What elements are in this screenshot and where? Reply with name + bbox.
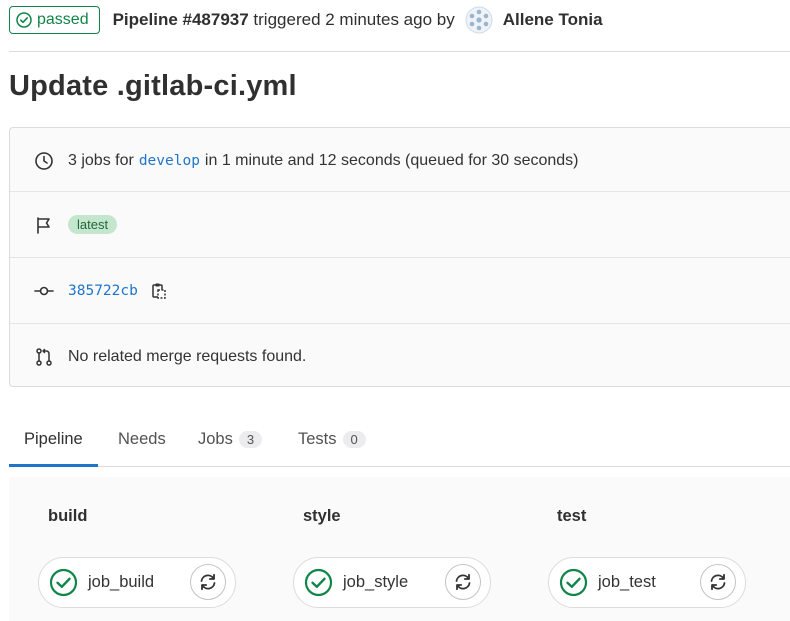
badges-row: latest: [10, 192, 790, 257]
job-name: job_test: [598, 573, 656, 591]
retry-button[interactable]: [190, 564, 226, 600]
jobs-count-badge: 3: [238, 430, 263, 448]
tab-label: Needs: [118, 429, 166, 448]
tab-jobs[interactable]: Jobs 3: [198, 412, 263, 466]
tests-count-badge: 0: [342, 430, 366, 448]
latest-badge: latest: [68, 215, 118, 234]
merge-request-icon: [33, 346, 55, 368]
commit-sha-link[interactable]: 385722cb: [68, 283, 138, 299]
status-badge[interactable]: passed: [9, 6, 100, 34]
page-title: Update .gitlab-ci.yml: [9, 70, 297, 102]
stage-title-test: test: [557, 507, 587, 525]
status-label: passed: [37, 11, 89, 28]
job-name: job_build: [88, 573, 155, 591]
pipeline-info-box: 3 jobs for develop in 1 minute and 12 se…: [9, 127, 790, 387]
tab-label: Tests: [298, 429, 337, 448]
stage-title-style: style: [303, 507, 341, 525]
tab-needs[interactable]: Needs: [118, 412, 166, 466]
job-build[interactable]: job_build: [38, 557, 236, 608]
jobs-suffix: in 1 minute and 12 seconds (queued for 3…: [204, 151, 579, 169]
check-circle-icon: [49, 568, 78, 597]
retry-icon: [710, 573, 726, 591]
copy-icon[interactable]: [150, 282, 168, 300]
job-style[interactable]: job_style: [293, 557, 491, 608]
merge-requests-row: No related merge requests found.: [10, 324, 790, 389]
job-name: job_style: [343, 573, 409, 591]
stage-title-build: build: [48, 507, 88, 525]
branch-link[interactable]: develop: [139, 153, 200, 169]
retry-button[interactable]: [445, 564, 481, 600]
check-circle-icon: [16, 12, 32, 28]
tab-pipeline[interactable]: Pipeline: [9, 412, 98, 467]
commit-row: 385722cb: [10, 258, 790, 323]
flag-icon: [33, 214, 55, 236]
header-divider: [9, 51, 790, 52]
author-name[interactable]: Allene Tonia: [503, 10, 603, 30]
retry-button[interactable]: [700, 564, 736, 600]
pipeline-page: { "header": { "status": "passed", "pipel…: [0, 0, 790, 621]
retry-icon: [455, 573, 471, 591]
jobs-prefix: 3 jobs for: [68, 151, 134, 169]
pipeline-id: Pipeline #487937: [112, 10, 249, 29]
pipeline-tabs: Pipeline Needs Jobs 3 Tests 0: [9, 412, 790, 467]
jobs-summary-row: 3 jobs for develop in 1 minute and 12 se…: [10, 128, 790, 193]
tab-label: Pipeline: [24, 429, 83, 448]
tab-label: Jobs: [198, 429, 233, 448]
header-text: Pipeline #487937 triggered 2 minutes ago…: [113, 10, 455, 30]
pipeline-graph: build style test job_build job_style job…: [9, 477, 790, 621]
job-test[interactable]: job_test: [548, 557, 746, 608]
commit-icon: [33, 280, 55, 302]
merge-requests-text: No related merge requests found.: [68, 347, 307, 365]
tab-tests[interactable]: Tests 0: [298, 412, 366, 466]
pipeline-header: passed Pipeline #487937 triggered 2 minu…: [9, 5, 603, 35]
triggered-text: triggered 2 minutes ago by: [253, 10, 455, 29]
check-circle-icon: [559, 568, 588, 597]
check-circle-icon: [304, 568, 333, 597]
avatar[interactable]: [465, 6, 493, 34]
retry-icon: [200, 573, 216, 591]
clock-icon: [33, 150, 55, 172]
